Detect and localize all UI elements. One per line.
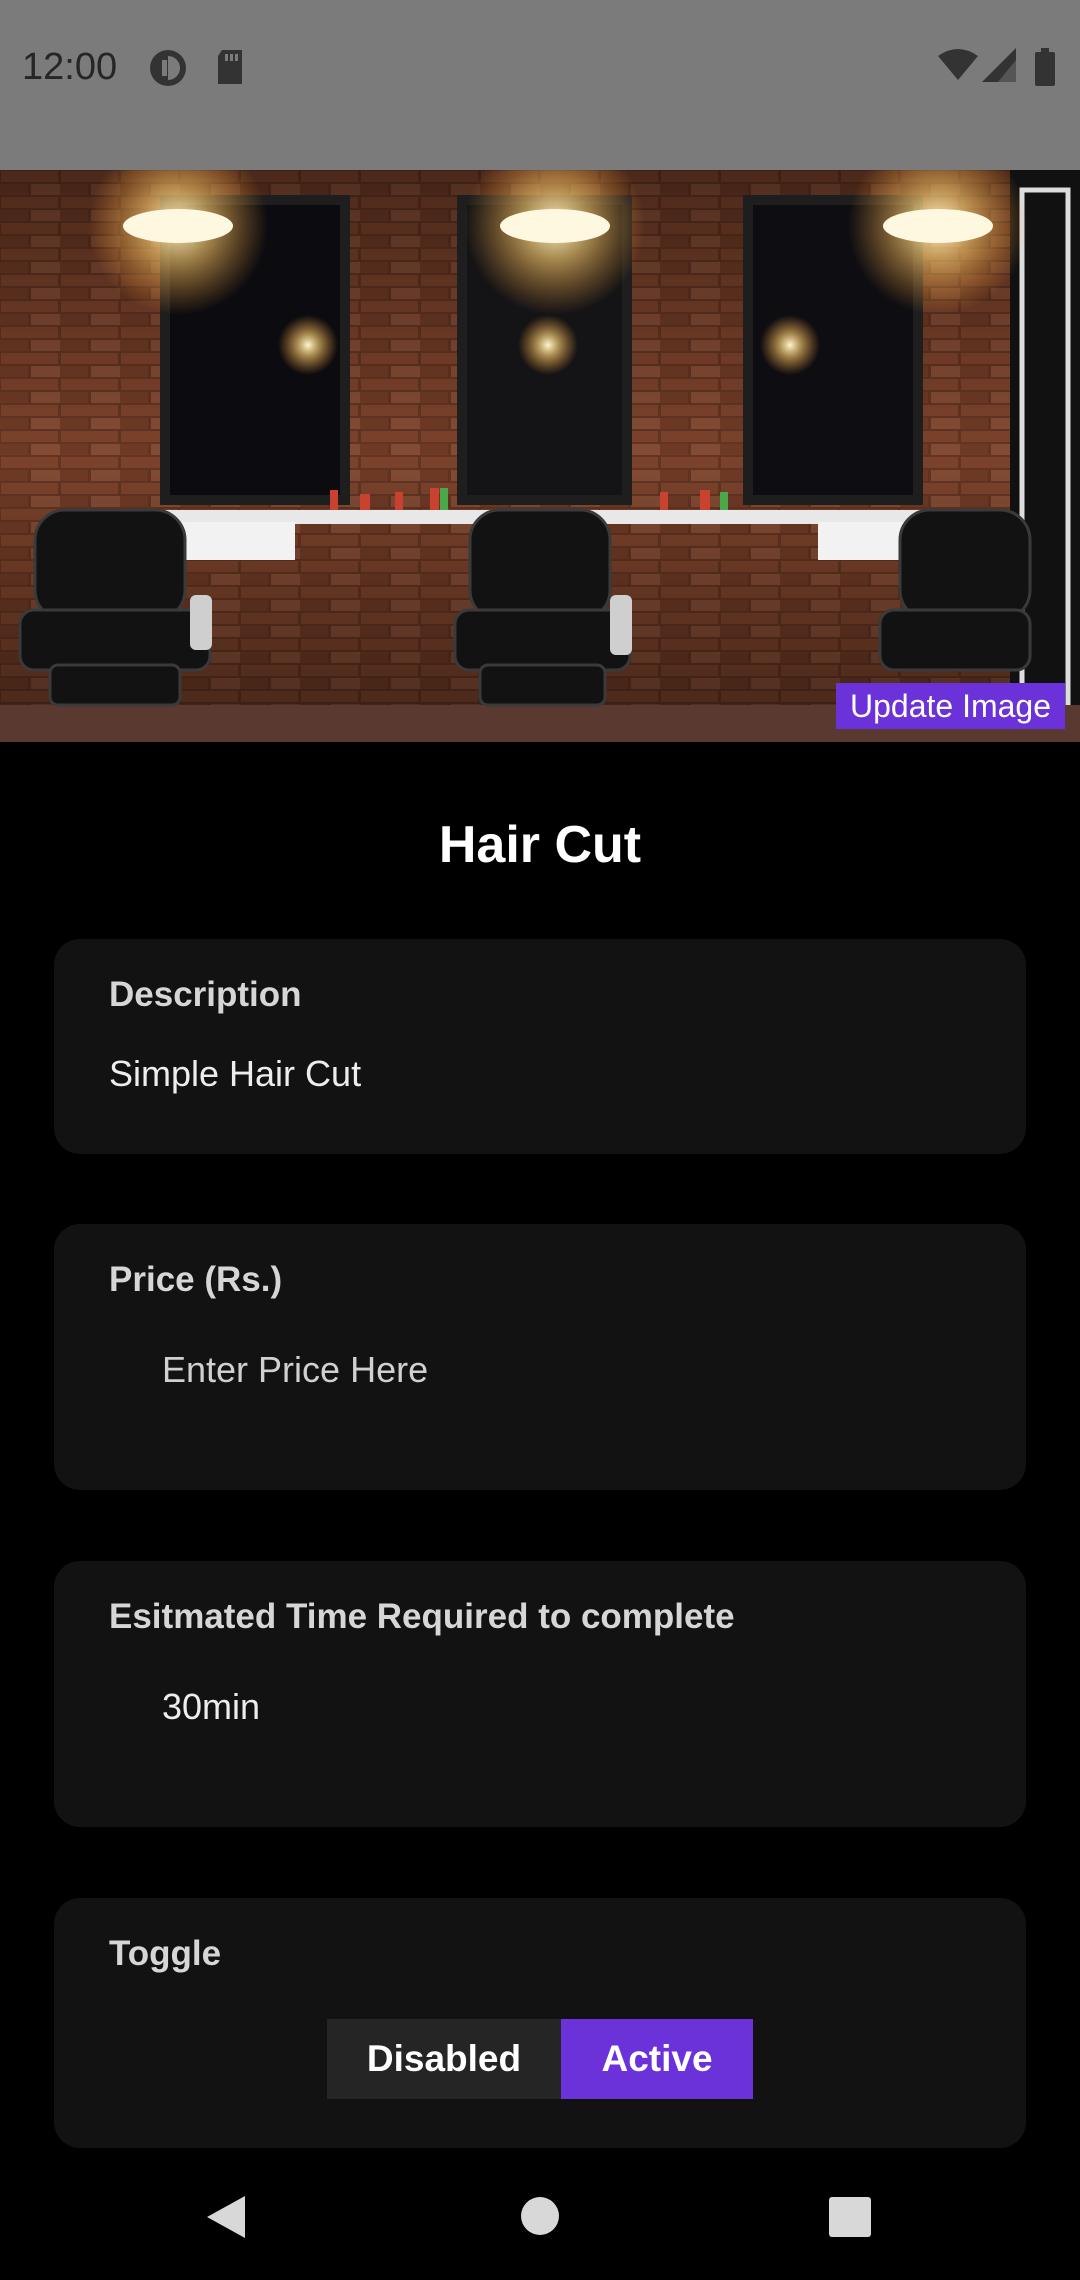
- sd-card-icon: [218, 50, 242, 84]
- clock: 12:00: [22, 46, 118, 88]
- description-field[interactable]: Simple Hair Cut: [109, 1053, 361, 1095]
- barbershop-image: [0, 170, 1080, 742]
- toggle-disabled-option[interactable]: Disabled: [327, 2019, 561, 2099]
- wifi-icon: [938, 49, 978, 80]
- service-image: Update Image: [0, 170, 1080, 742]
- price-label: Price (Rs.): [109, 1260, 283, 1299]
- toggle-active-option[interactable]: Active: [561, 2019, 753, 2099]
- estimated-time-input[interactable]: 30min: [162, 1686, 260, 1728]
- recents-icon[interactable]: [829, 2197, 871, 2237]
- battery-icon: [1035, 48, 1055, 86]
- data-saver-icon: [150, 50, 186, 86]
- back-icon[interactable]: [205, 2194, 247, 2240]
- price-card: Price (Rs.) Enter Price Here: [54, 1224, 1026, 1490]
- toggle-label: Toggle: [109, 1934, 222, 1973]
- navigation-bar: [0, 2148, 1080, 2280]
- price-input[interactable]: Enter Price Here: [162, 1349, 428, 1391]
- estimated-time-card: Esitmated Time Required to complete 30mi…: [54, 1561, 1026, 1827]
- estimated-time-label: Esitmated Time Required to complete: [109, 1597, 735, 1636]
- service-title: Hair Cut: [438, 816, 642, 874]
- description-label: Description: [109, 975, 302, 1014]
- status-toggle[interactable]: Disabled Active: [327, 2019, 753, 2099]
- cellular-signal-icon: [982, 48, 1016, 82]
- home-icon[interactable]: [520, 2196, 560, 2236]
- status-bar: 12:00: [0, 0, 1080, 170]
- update-image-button[interactable]: Update Image: [835, 683, 1065, 729]
- description-card: Description Simple Hair Cut: [54, 939, 1026, 1154]
